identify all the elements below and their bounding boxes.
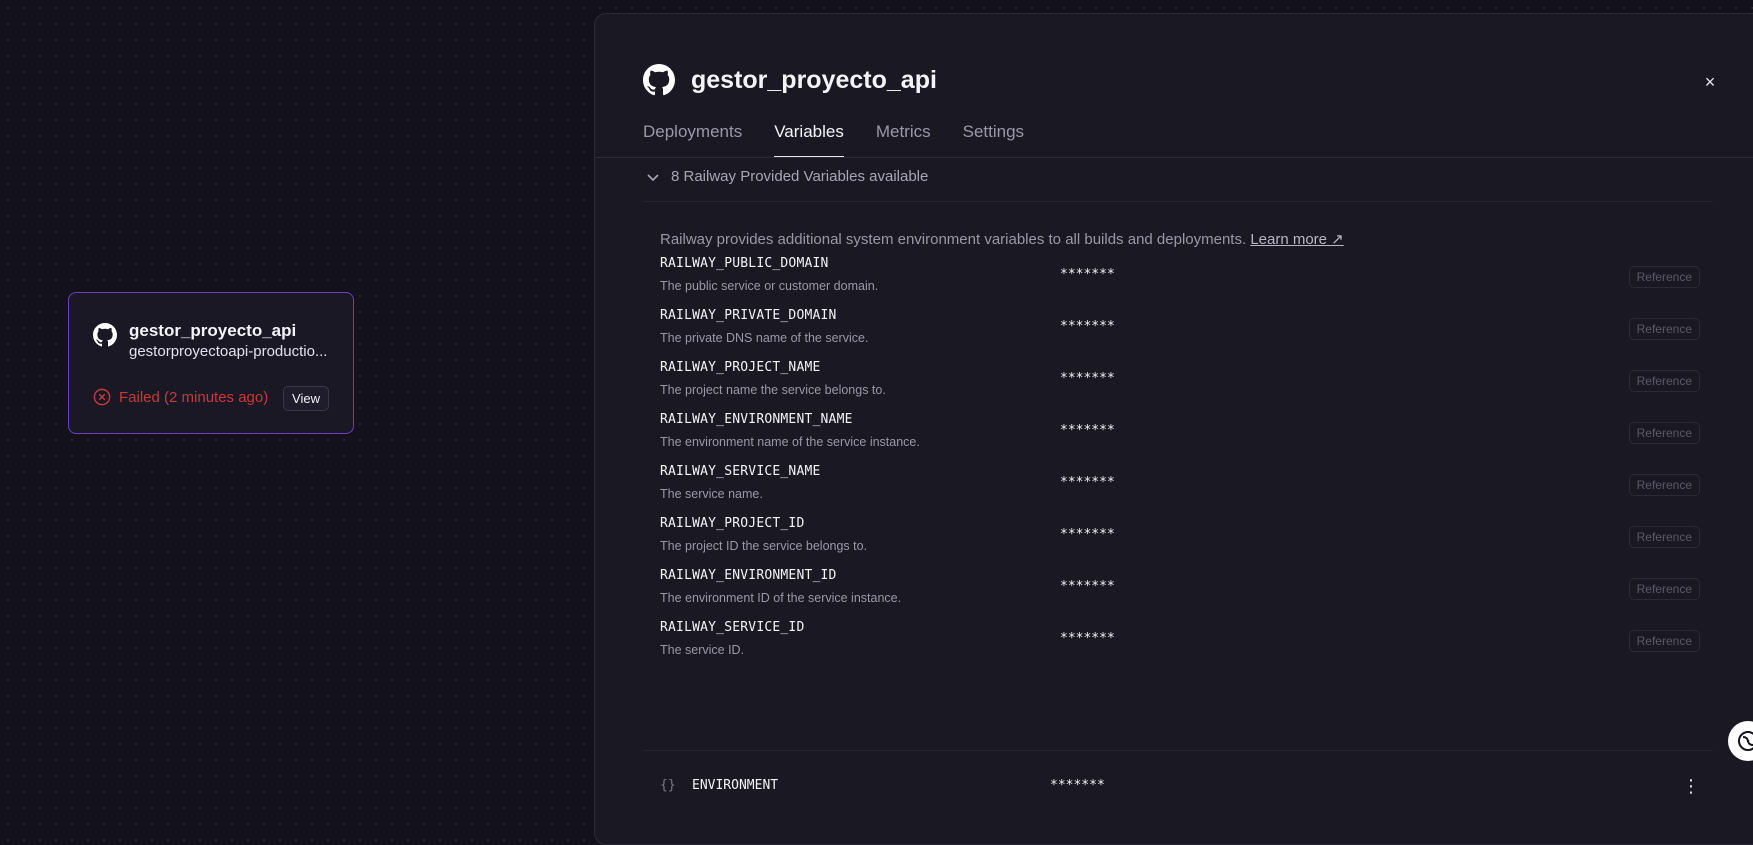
tabs-divider bbox=[595, 157, 1753, 158]
variable-row: RAILWAY_PROJECT_ID The project ID the se… bbox=[660, 516, 1700, 566]
variable-name: RAILWAY_ENVIRONMENT_NAME bbox=[660, 412, 853, 427]
more-options-icon[interactable]: ⋮ bbox=[1682, 776, 1700, 797]
variable-row: RAILWAY_SERVICE_NAME The service name. *… bbox=[660, 464, 1700, 514]
view-deployment-button[interactable]: View bbox=[283, 386, 329, 411]
variable-name: RAILWAY_PUBLIC_DOMAIN bbox=[660, 256, 829, 271]
chevron-down-icon bbox=[647, 173, 659, 181]
variable-row: RAILWAY_ENVIRONMENT_NAME The environment… bbox=[660, 412, 1700, 462]
variable-name: RAILWAY_PROJECT_NAME bbox=[660, 360, 821, 375]
user-variable-name: ENVIRONMENT bbox=[692, 778, 779, 793]
reference-button[interactable]: Reference bbox=[1628, 266, 1700, 288]
variable-description: The service ID. bbox=[660, 643, 745, 657]
divider bbox=[643, 201, 1713, 202]
variable-description: The private DNS name of the service. bbox=[660, 331, 869, 345]
service-card-url[interactable]: gestorproyectoapi-productio... bbox=[129, 343, 339, 360]
json-braces-icon: {} bbox=[660, 778, 676, 793]
variable-description: The project name the service belongs to. bbox=[660, 383, 886, 397]
reference-button[interactable]: Reference bbox=[1628, 630, 1700, 652]
variable-value[interactable]: ******* bbox=[1060, 527, 1115, 542]
variable-row: RAILWAY_PUBLIC_DOMAIN The public service… bbox=[660, 256, 1700, 306]
reference-button[interactable]: Reference bbox=[1628, 422, 1700, 444]
service-panel: gestor_proyecto_api × Deployments Variab… bbox=[594, 13, 1753, 845]
variable-description: The public service or customer domain. bbox=[660, 279, 879, 293]
variable-row: RAILWAY_ENVIRONMENT_ID The environment I… bbox=[660, 568, 1700, 618]
provided-variables-toggle[interactable]: 8 Railway Provided Variables available bbox=[645, 168, 928, 185]
reference-button[interactable]: Reference bbox=[1628, 370, 1700, 392]
variable-name: RAILWAY_SERVICE_ID bbox=[660, 620, 805, 635]
reference-button[interactable]: Reference bbox=[1628, 526, 1700, 548]
user-variable-value[interactable]: ******* bbox=[1050, 778, 1105, 793]
variable-description: The environment name of the service inst… bbox=[660, 435, 920, 449]
provided-variables-info: Railway provides additional system envir… bbox=[660, 230, 1344, 248]
variable-row: RAILWAY_SERVICE_ID The service ID. *****… bbox=[660, 620, 1700, 670]
error-circle-icon bbox=[93, 388, 111, 406]
info-text: Railway provides additional system envir… bbox=[660, 231, 1247, 248]
variable-row: RAILWAY_PROJECT_NAME The project name th… bbox=[660, 360, 1700, 410]
variable-value[interactable]: ******* bbox=[1060, 319, 1115, 334]
tab-metrics[interactable]: Metrics bbox=[876, 122, 931, 158]
close-icon[interactable]: × bbox=[1697, 69, 1723, 95]
reference-button[interactable]: Reference bbox=[1628, 474, 1700, 496]
variable-name: RAILWAY_PRIVATE_DOMAIN bbox=[660, 308, 837, 323]
reference-button[interactable]: Reference bbox=[1628, 578, 1700, 600]
variable-name: RAILWAY_PROJECT_ID bbox=[660, 516, 805, 531]
deployment-status-text: Failed (2 minutes ago) bbox=[119, 388, 269, 406]
service-card[interactable]: gestor_proyecto_api gestorproyectoapi-pr… bbox=[68, 292, 354, 434]
variable-value[interactable]: ******* bbox=[1060, 475, 1115, 490]
panel-tabs: Deployments Variables Metrics Settings bbox=[643, 122, 1024, 158]
reference-button[interactable]: Reference bbox=[1628, 318, 1700, 340]
variable-value[interactable]: ******* bbox=[1060, 579, 1115, 594]
deployment-status: Failed (2 minutes ago) bbox=[93, 388, 268, 406]
tab-variables[interactable]: Variables bbox=[774, 122, 844, 158]
provided-variables-label: 8 Railway Provided Variables available bbox=[671, 168, 929, 185]
variable-description: The service name. bbox=[660, 487, 763, 501]
variable-value[interactable]: ******* bbox=[1060, 267, 1115, 282]
variable-description: The environment ID of the service instan… bbox=[660, 591, 902, 605]
tab-deployments[interactable]: Deployments bbox=[643, 122, 742, 158]
panel-header: gestor_proyecto_api bbox=[643, 64, 937, 96]
variable-value[interactable]: ******* bbox=[1060, 423, 1115, 438]
variable-description: The project ID the service belongs to. bbox=[660, 539, 868, 553]
divider bbox=[643, 750, 1713, 751]
variable-row: RAILWAY_PRIVATE_DOMAIN The private DNS n… bbox=[660, 308, 1700, 358]
variable-name: RAILWAY_ENVIRONMENT_ID bbox=[660, 568, 837, 583]
variable-value[interactable]: ******* bbox=[1060, 631, 1115, 646]
learn-more-link[interactable]: Learn more ↗ bbox=[1250, 231, 1343, 248]
panel-title: gestor_proyecto_api bbox=[691, 65, 937, 94]
variable-name: RAILWAY_SERVICE_NAME bbox=[660, 464, 821, 479]
variable-value[interactable]: ******* bbox=[1060, 371, 1115, 386]
tab-settings[interactable]: Settings bbox=[963, 122, 1024, 158]
github-icon bbox=[643, 64, 675, 96]
service-card-title: gestor_proyecto_api bbox=[129, 321, 297, 340]
github-icon bbox=[93, 323, 117, 347]
user-variable-row[interactable]: {} ENVIRONMENT ******* ⋮ bbox=[660, 776, 1700, 800]
